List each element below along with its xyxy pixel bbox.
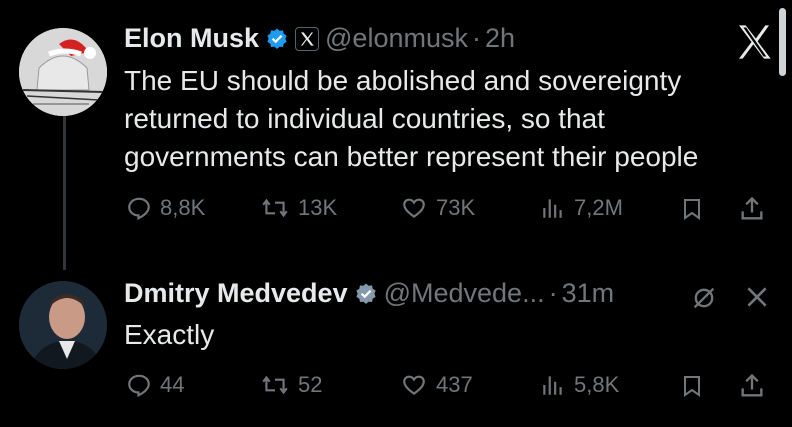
display-name[interactable]: Elon Musk	[124, 23, 259, 54]
share-button[interactable]	[738, 195, 766, 223]
reply-button[interactable]: 44	[126, 372, 184, 398]
reply-button[interactable]: 8,8K	[126, 195, 205, 221]
bookmark-button[interactable]	[680, 195, 704, 223]
thread-connector-line	[63, 100, 66, 270]
repost-icon	[262, 198, 288, 218]
display-name[interactable]: Dmitry Medvedev	[124, 278, 348, 309]
tweet-line: governments can better represent their p…	[124, 141, 699, 172]
repost-button[interactable]: 13K	[260, 195, 337, 221]
like-icon	[403, 198, 425, 219]
handle[interactable]: @elonmusk	[325, 23, 468, 54]
repost-button[interactable]: 52	[260, 372, 322, 398]
avatar-elon[interactable]	[19, 28, 107, 116]
mute-button[interactable]	[690, 284, 718, 312]
verified-icon	[265, 27, 289, 51]
repost-count: 13K	[298, 195, 338, 220]
views-icon	[543, 376, 562, 395]
tweet-header: Dmitry Medvedev @Medvede... · 31m	[124, 278, 614, 309]
views-button[interactable]: 5,8K	[540, 372, 619, 398]
reply-icon	[128, 197, 150, 220]
tweet-line: returned to individual countries, so tha…	[124, 103, 605, 134]
timestamp[interactable]: 31m	[562, 278, 615, 309]
like-count: 437	[436, 372, 473, 397]
mute-icon	[693, 287, 715, 309]
share-icon	[741, 373, 763, 397]
close-icon	[747, 287, 767, 307]
like-button[interactable]: 73K	[400, 195, 475, 221]
tweet-line: The EU should be abolished and sovereign…	[124, 65, 682, 96]
x-affiliate-badge-icon	[295, 26, 320, 51]
like-count: 73K	[436, 195, 476, 220]
reply-count: 8,8K	[160, 195, 206, 220]
separator-dot: ·	[471, 23, 481, 53]
views-button[interactable]: 7,2M	[540, 195, 623, 221]
handle[interactable]: @Medvede...	[384, 278, 545, 309]
views-count: 7,2M	[574, 195, 623, 220]
separator-dot: ·	[548, 278, 558, 308]
bookmark-icon	[684, 199, 700, 220]
repost-count: 52	[298, 372, 323, 397]
verified-icon	[354, 282, 378, 306]
like-icon	[403, 375, 425, 396]
views-icon	[543, 199, 562, 218]
like-button[interactable]: 437	[400, 372, 473, 398]
tweet-line: Exactly	[124, 319, 215, 350]
avatar-medvedev[interactable]	[19, 281, 107, 369]
share-icon	[741, 196, 763, 220]
timestamp[interactable]: 2h	[485, 23, 515, 54]
bookmark-icon	[684, 376, 700, 397]
repost-icon	[262, 375, 288, 395]
bookmark-button[interactable]	[680, 372, 704, 400]
tweet-header: Elon Musk @elonmusk · 2h	[124, 23, 515, 54]
reply-icon	[128, 374, 150, 397]
tweet-text: Exactly	[124, 316, 214, 354]
share-button[interactable]	[738, 372, 766, 400]
views-count: 5,8K	[574, 372, 620, 397]
scrollbar[interactable]	[779, 8, 786, 76]
tweet-text: The EU should be abolished and sovereign…	[124, 62, 698, 176]
x-logo-icon[interactable]	[733, 22, 775, 67]
reply-count: 44	[160, 372, 185, 397]
close-button[interactable]	[744, 284, 770, 310]
